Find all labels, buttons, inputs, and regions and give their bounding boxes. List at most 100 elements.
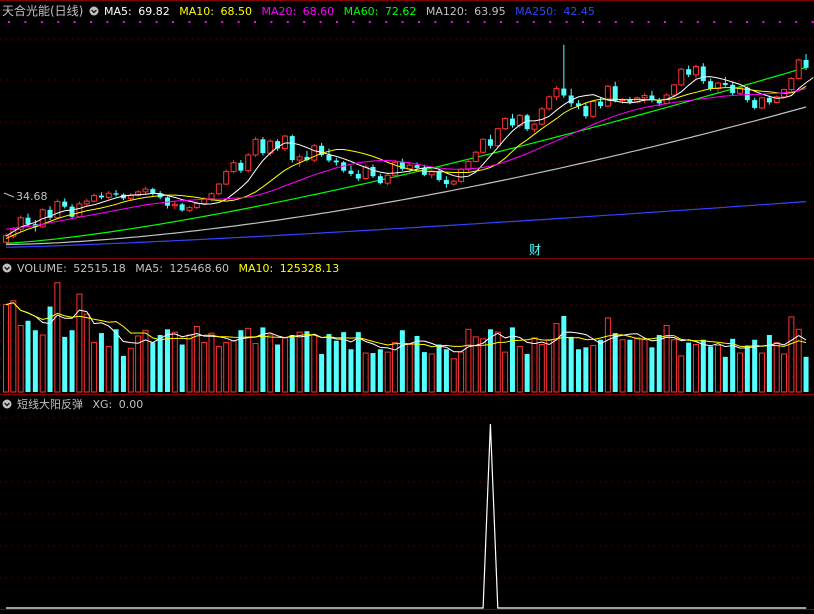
volume-bar xyxy=(348,349,354,392)
candle-body xyxy=(583,106,589,117)
volume-bar xyxy=(480,338,487,393)
candle-body xyxy=(326,154,332,161)
candle-body xyxy=(730,84,736,94)
ma5-label: MA5: xyxy=(104,5,132,18)
volume-bar xyxy=(714,344,721,393)
ma250-label: MA250: xyxy=(515,5,557,18)
signal-dot xyxy=(795,21,798,23)
volume-bar xyxy=(502,351,509,393)
candlesticks xyxy=(3,44,809,243)
chevron-down-icon[interactable] xyxy=(2,263,12,273)
signal-dot xyxy=(368,21,371,23)
candle-body xyxy=(465,160,472,170)
volume-bar xyxy=(91,342,98,393)
candle-body xyxy=(700,66,706,82)
candle-body xyxy=(480,138,487,153)
signal-dot xyxy=(24,21,27,23)
signal-dot xyxy=(418,21,420,23)
signal-dot xyxy=(319,21,322,23)
signal-dot xyxy=(90,21,92,23)
volume-bar xyxy=(223,342,230,393)
volume-bar xyxy=(590,344,597,393)
ma60-label: MA60: xyxy=(344,5,379,18)
volume-bar xyxy=(281,337,288,393)
xg-label: XG: xyxy=(93,398,113,411)
volume-bar xyxy=(252,343,259,393)
volume-ma5-line xyxy=(5,302,807,353)
stock-chart[interactable]: 天合光能(日线) MA5: 69.82 MA10: 68.50 MA20: 68… xyxy=(0,0,814,614)
ma20-label: MA20: xyxy=(261,5,296,18)
volume-bar xyxy=(421,352,427,392)
vol-ma5-label: MA5: xyxy=(135,262,163,275)
volume-bar xyxy=(568,336,574,392)
ma60-value: 72.62 xyxy=(385,5,417,18)
candle-body xyxy=(179,204,185,211)
volume-bar xyxy=(692,344,699,393)
ma5-value: 69.82 xyxy=(138,5,170,18)
price-ma-legend: MA5: 69.82 MA10: 68.50 MA20: 68.60 MA60:… xyxy=(104,5,595,18)
volume-bar xyxy=(355,332,361,392)
candle-body xyxy=(553,88,560,98)
signal-dot xyxy=(270,21,273,23)
volume-bar xyxy=(370,353,376,392)
candle-body xyxy=(670,84,677,96)
signal-dot xyxy=(762,21,765,23)
candle-body xyxy=(678,68,685,86)
candle-body xyxy=(171,203,178,207)
signal-dot xyxy=(57,21,60,23)
signal-dot xyxy=(73,21,76,23)
volume-bar xyxy=(561,316,567,392)
volume-bar xyxy=(649,347,655,392)
low-price-pointer xyxy=(3,192,15,198)
signal-dot xyxy=(204,21,207,23)
volume-bar xyxy=(406,344,413,393)
candle-body xyxy=(487,139,493,146)
volume-bar xyxy=(62,336,68,392)
signal-legend: 短线大阳反弹 XG: 0.00 xyxy=(17,397,143,411)
signal-dot xyxy=(106,21,109,23)
stock-title: 天合光能(日线) xyxy=(2,3,83,18)
vol-ma5-value: 125468.60 xyxy=(170,262,230,275)
signal-dot xyxy=(401,21,404,23)
signal-dot xyxy=(254,21,256,23)
signal-dot xyxy=(516,21,519,23)
candle-body xyxy=(458,168,465,182)
volume-bar xyxy=(641,339,648,393)
chevron-down-icon[interactable] xyxy=(89,6,99,16)
volume-bar xyxy=(32,330,38,392)
candle-body xyxy=(62,201,68,207)
financial-marker[interactable]: 财 xyxy=(529,243,541,257)
volume-bar xyxy=(450,358,457,393)
candle-body xyxy=(604,85,611,107)
volume-bar xyxy=(730,338,736,392)
signal-dot xyxy=(647,21,650,23)
signal-dot xyxy=(778,21,781,23)
ma120-value: 63.95 xyxy=(474,5,506,18)
volume-bar xyxy=(215,345,222,393)
signal-dot xyxy=(40,21,43,23)
volume-panel-divider xyxy=(0,258,814,259)
volume-bar xyxy=(399,330,405,392)
volume-bar xyxy=(120,355,126,392)
signal-dot xyxy=(549,21,552,23)
candle-body xyxy=(25,217,31,225)
candle-body xyxy=(436,171,442,180)
signal-dot xyxy=(221,21,224,23)
volume-bar xyxy=(377,349,383,392)
signal-dot xyxy=(713,21,716,23)
signal-dot xyxy=(614,21,617,23)
volume-bar xyxy=(186,334,193,393)
volume-bar xyxy=(509,327,515,392)
signal-dot xyxy=(188,21,191,23)
volume-bar xyxy=(384,351,391,393)
ma120-line xyxy=(5,106,807,246)
volume-bar xyxy=(773,342,780,393)
volume-bar xyxy=(135,335,142,393)
signal-dot xyxy=(8,21,10,23)
signal-dot xyxy=(286,21,289,23)
candle-body xyxy=(215,183,222,195)
chevron-down-icon[interactable] xyxy=(2,399,12,409)
candle-body xyxy=(752,100,758,108)
signal-dot xyxy=(746,21,748,23)
candle-body xyxy=(494,128,501,147)
